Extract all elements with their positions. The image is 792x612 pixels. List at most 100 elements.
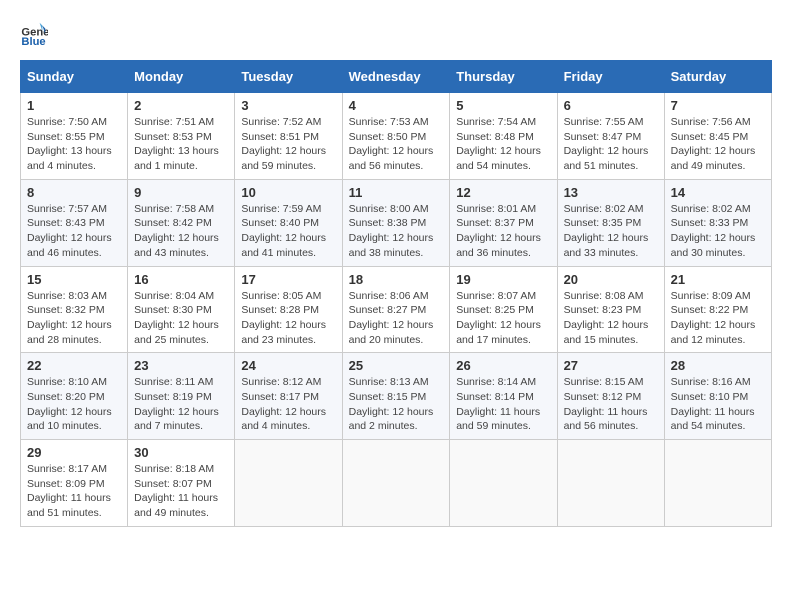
calendar-week-row: 1 Sunrise: 7:50 AMSunset: 8:55 PMDaylight… [21, 93, 772, 180]
day-detail: Sunrise: 8:14 AMSunset: 8:14 PMDaylight:… [456, 375, 550, 434]
day-detail: Sunrise: 7:58 AMSunset: 8:42 PMDaylight:… [134, 202, 228, 261]
calendar-day-cell [557, 440, 664, 527]
calendar-day-cell: 5Sunrise: 7:54 AMSunset: 8:48 PMDaylight… [450, 93, 557, 180]
calendar-day-cell: 8 Sunrise: 7:57 AMSunset: 8:43 PMDaylight… [21, 179, 128, 266]
calendar-day-cell: 3 Sunrise: 7:52 AMSunset: 8:51 PMDaylight… [235, 93, 342, 180]
day-number: 29 [27, 445, 121, 460]
calendar-day-cell: 16 Sunrise: 8:04 AMSunset: 8:30 PMDayligh… [128, 266, 235, 353]
day-number: 20 [564, 272, 658, 287]
calendar-day-cell: 22 Sunrise: 8:10 AMSunset: 8:20 PMDayligh… [21, 353, 128, 440]
calendar-day-cell: 30 Sunrise: 8:18 AMSunset: 8:07 PMDayligh… [128, 440, 235, 527]
day-number: 15 [27, 272, 121, 287]
day-detail: Sunrise: 8:00 AMSunset: 8:38 PMDaylight:… [349, 202, 444, 261]
calendar-day-cell: 17 Sunrise: 8:05 AMSunset: 8:28 PMDayligh… [235, 266, 342, 353]
day-detail: Sunrise: 8:10 AMSunset: 8:20 PMDaylight:… [27, 375, 121, 434]
calendar-day-cell: 19 Sunrise: 8:07 AMSunset: 8:25 PMDayligh… [450, 266, 557, 353]
calendar-day-cell: 20Sunrise: 8:08 AMSunset: 8:23 PMDayligh… [557, 266, 664, 353]
day-number: 21 [671, 272, 765, 287]
day-detail: Sunrise: 7:51 AMSunset: 8:53 PMDaylight:… [134, 115, 228, 174]
weekday-header-cell: Saturday [664, 61, 771, 93]
weekday-header-cell: Tuesday [235, 61, 342, 93]
day-detail: Sunrise: 7:56 AMSunset: 8:45 PMDaylight:… [671, 115, 765, 174]
day-detail: Sunrise: 8:18 AMSunset: 8:07 PMDaylight:… [134, 462, 228, 521]
calendar-day-cell: 4 Sunrise: 7:53 AMSunset: 8:50 PMDaylight… [342, 93, 450, 180]
day-detail: Sunrise: 8:16 AMSunset: 8:10 PMDaylight:… [671, 375, 765, 434]
calendar-body: 1 Sunrise: 7:50 AMSunset: 8:55 PMDaylight… [21, 93, 772, 527]
logo-icon: General Blue [20, 20, 48, 48]
day-number: 18 [349, 272, 444, 287]
svg-text:Blue: Blue [21, 36, 45, 48]
calendar-day-cell: 6 Sunrise: 7:55 AMSunset: 8:47 PMDaylight… [557, 93, 664, 180]
day-number: 28 [671, 358, 765, 373]
day-detail: Sunrise: 7:53 AMSunset: 8:50 PMDaylight:… [349, 115, 444, 174]
calendar-day-cell: 24 Sunrise: 8:12 AMSunset: 8:17 PMDayligh… [235, 353, 342, 440]
calendar-day-cell: 18 Sunrise: 8:06 AMSunset: 8:27 PMDayligh… [342, 266, 450, 353]
calendar-week-row: 15Sunrise: 8:03 AMSunset: 8:32 PMDayligh… [21, 266, 772, 353]
day-detail: Sunrise: 8:09 AMSunset: 8:22 PMDaylight:… [671, 289, 765, 348]
calendar-week-row: 29 Sunrise: 8:17 AMSunset: 8:09 PMDayligh… [21, 440, 772, 527]
day-number: 25 [349, 358, 444, 373]
day-detail: Sunrise: 8:12 AMSunset: 8:17 PMDaylight:… [241, 375, 335, 434]
calendar-week-row: 22 Sunrise: 8:10 AMSunset: 8:20 PMDayligh… [21, 353, 772, 440]
day-number: 6 [564, 98, 658, 113]
logo: General Blue [20, 20, 52, 48]
day-number: 30 [134, 445, 228, 460]
day-detail: Sunrise: 7:55 AMSunset: 8:47 PMDaylight:… [564, 115, 658, 174]
calendar-day-cell [342, 440, 450, 527]
day-number: 16 [134, 272, 228, 287]
calendar-day-cell: 14 Sunrise: 8:02 AMSunset: 8:33 PMDayligh… [664, 179, 771, 266]
day-number: 11 [349, 185, 444, 200]
day-detail: Sunrise: 8:07 AMSunset: 8:25 PMDaylight:… [456, 289, 550, 348]
day-number: 26 [456, 358, 550, 373]
calendar-day-cell: 23 Sunrise: 8:11 AMSunset: 8:19 PMDayligh… [128, 353, 235, 440]
day-number: 8 [27, 185, 121, 200]
day-detail: Sunrise: 8:15 AMSunset: 8:12 PMDaylight:… [564, 375, 658, 434]
weekday-header-cell: Sunday [21, 61, 128, 93]
day-detail: Sunrise: 8:05 AMSunset: 8:28 PMDaylight:… [241, 289, 335, 348]
day-detail: Sunrise: 8:02 AMSunset: 8:33 PMDaylight:… [671, 202, 765, 261]
day-detail: Sunrise: 8:04 AMSunset: 8:30 PMDaylight:… [134, 289, 228, 348]
day-detail: Sunrise: 8:02 AMSunset: 8:35 PMDaylight:… [564, 202, 658, 261]
calendar-day-cell: 28 Sunrise: 8:16 AMSunset: 8:10 PMDayligh… [664, 353, 771, 440]
calendar-table: SundayMondayTuesdayWednesdayThursdayFrid… [20, 60, 772, 527]
calendar-day-cell: 1 Sunrise: 7:50 AMSunset: 8:55 PMDaylight… [21, 93, 128, 180]
day-detail: Sunrise: 8:01 AMSunset: 8:37 PMDaylight:… [456, 202, 550, 261]
day-detail: Sunrise: 8:17 AMSunset: 8:09 PMDaylight:… [27, 462, 121, 521]
calendar-day-cell: 27Sunrise: 8:15 AMSunset: 8:12 PMDayligh… [557, 353, 664, 440]
day-number: 24 [241, 358, 335, 373]
calendar-day-cell: 7Sunrise: 7:56 AMSunset: 8:45 PMDaylight… [664, 93, 771, 180]
page-header: General Blue [20, 20, 772, 48]
day-detail: Sunrise: 8:06 AMSunset: 8:27 PMDaylight:… [349, 289, 444, 348]
day-number: 1 [27, 98, 121, 113]
day-number: 3 [241, 98, 335, 113]
day-number: 13 [564, 185, 658, 200]
weekday-header-row: SundayMondayTuesdayWednesdayThursdayFrid… [21, 61, 772, 93]
weekday-header-cell: Wednesday [342, 61, 450, 93]
day-detail: Sunrise: 8:13 AMSunset: 8:15 PMDaylight:… [349, 375, 444, 434]
day-number: 2 [134, 98, 228, 113]
day-detail: Sunrise: 7:54 AMSunset: 8:48 PMDaylight:… [456, 115, 550, 174]
calendar-day-cell [664, 440, 771, 527]
day-detail: Sunrise: 7:57 AMSunset: 8:43 PMDaylight:… [27, 202, 121, 261]
calendar-day-cell: 25 Sunrise: 8:13 AMSunset: 8:15 PMDayligh… [342, 353, 450, 440]
day-number: 10 [241, 185, 335, 200]
day-number: 22 [27, 358, 121, 373]
calendar-day-cell: 9 Sunrise: 7:58 AMSunset: 8:42 PMDaylight… [128, 179, 235, 266]
calendar-day-cell: 12 Sunrise: 8:01 AMSunset: 8:37 PMDayligh… [450, 179, 557, 266]
day-detail: Sunrise: 7:52 AMSunset: 8:51 PMDaylight:… [241, 115, 335, 174]
day-number: 23 [134, 358, 228, 373]
day-detail: Sunrise: 7:59 AMSunset: 8:40 PMDaylight:… [241, 202, 335, 261]
day-number: 4 [349, 98, 444, 113]
day-number: 12 [456, 185, 550, 200]
calendar-day-cell [450, 440, 557, 527]
day-number: 19 [456, 272, 550, 287]
weekday-header-cell: Monday [128, 61, 235, 93]
calendar-day-cell: 10 Sunrise: 7:59 AMSunset: 8:40 PMDayligh… [235, 179, 342, 266]
day-number: 14 [671, 185, 765, 200]
day-number: 17 [241, 272, 335, 287]
calendar-day-cell: 11 Sunrise: 8:00 AMSunset: 8:38 PMDayligh… [342, 179, 450, 266]
calendar-week-row: 8 Sunrise: 7:57 AMSunset: 8:43 PMDaylight… [21, 179, 772, 266]
day-number: 9 [134, 185, 228, 200]
day-detail: Sunrise: 7:50 AMSunset: 8:55 PMDaylight:… [27, 115, 121, 174]
day-detail: Sunrise: 8:11 AMSunset: 8:19 PMDaylight:… [134, 375, 228, 434]
